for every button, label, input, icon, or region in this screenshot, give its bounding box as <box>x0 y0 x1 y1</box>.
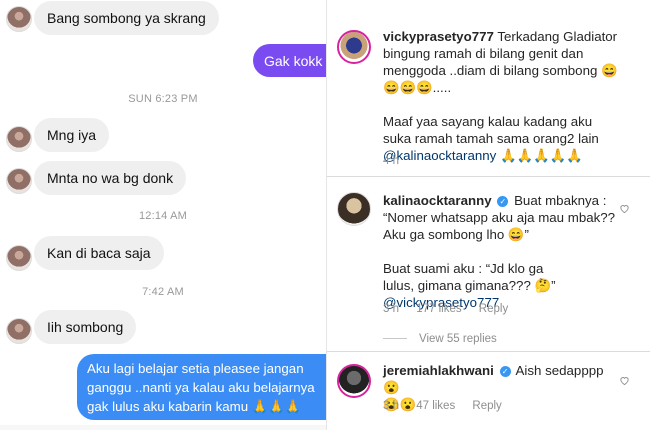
verified-badge-icon: ✓ <box>499 366 511 377</box>
outgoing-message-bubble: Gak kokk <box>253 44 327 77</box>
outgoing-message-line: Aku lagi belajar setia pleasee jangan <box>87 361 304 376</box>
incoming-message: Mnta no wa bg donk <box>34 161 187 195</box>
outgoing-message-bubble: Aku lagi belajar setia pleasee jangan ga… <box>77 354 326 420</box>
outgoing-message-line: gak lulus aku kabarin kamu 🙏🙏🙏 <box>87 399 302 414</box>
composer-edge <box>0 425 326 430</box>
comment-meta: 3 h 177 likes Reply <box>383 303 522 315</box>
timestamp: 7:42 AM <box>142 286 184 298</box>
commenter-avatar[interactable] <box>337 30 371 64</box>
comment-text: “Nomer whatsapp aku aja mau mbak?? <box>383 210 616 225</box>
commenter-avatar[interactable] <box>337 364 371 398</box>
sender-avatar[interactable] <box>6 318 32 344</box>
comment-text: menggoda ..diam di bilang sombong 😄 <box>383 63 618 78</box>
comment-body: vickyprasetyo777 Terkadang Gladiator bin… <box>383 28 648 164</box>
comment-time: 3 h <box>383 303 399 315</box>
section-separator <box>327 351 650 352</box>
verified-badge-icon: ✓ <box>497 196 509 207</box>
outgoing-message: Gak kokk <box>264 53 323 69</box>
comment-text: Terkadang Gladiator <box>497 29 618 44</box>
sender-avatar[interactable] <box>6 6 32 32</box>
incoming-message: Mng iya <box>34 118 110 152</box>
incoming-message: Bang sombong ya skrang <box>34 1 219 35</box>
incoming-message: Iih sombong <box>34 310 137 344</box>
replies-line <box>383 338 407 339</box>
comment-likes[interactable]: 47 likes <box>416 400 455 412</box>
comment-text: Buat suami aku : “Jd klo ga <box>383 261 544 276</box>
comments-panel: vickyprasetyo777 Terkadang Gladiator bin… <box>327 0 650 430</box>
comment-text: Aku ga sombong lho 😄” <box>383 227 529 242</box>
reply-button[interactable]: Reply <box>472 400 501 412</box>
sender-avatar[interactable] <box>6 168 32 194</box>
comment-username[interactable]: kalinaocktaranny <box>383 193 492 208</box>
comment-text: lulus, gimana gimana??? 🤔” <box>383 278 556 293</box>
comment-text: Maaf yaa sayang kalau kadang aku <box>383 114 593 129</box>
timestamp: 12:14 AM <box>138 210 188 222</box>
dm-panel: Bang sombong ya skrang Gak kokk SUN 6:23… <box>0 0 327 430</box>
incoming-message: Kan di baca saja <box>34 236 164 270</box>
comment-username[interactable]: jeremiahlakhwani <box>383 363 494 378</box>
view-replies-label: View 55 replies <box>419 333 497 345</box>
comment-text: suka ramah tamah sama orang2 lain <box>383 131 599 146</box>
outgoing-message-line: ganggu ..nanti ya kalau aku belajarnya <box>87 380 315 395</box>
comment-text: 🙏🙏🙏🙏🙏 <box>496 148 583 163</box>
commenter-avatar[interactable] <box>337 192 371 226</box>
comment-text: bingung ramah di bilang genit dan <box>383 46 584 61</box>
comment-body: kalinaocktaranny ✓ Buat mbaknya : “Nomer… <box>383 192 623 311</box>
section-separator <box>327 176 650 177</box>
reply-button[interactable]: Reply <box>479 303 508 315</box>
like-heart-icon[interactable] <box>619 203 630 214</box>
comment-likes[interactable]: 177 likes <box>416 303 461 315</box>
comment-text: 😄😄😄..... <box>383 80 452 95</box>
comment-meta: 3 h 47 likes Reply <box>383 400 516 412</box>
comment-time: 4 h <box>383 155 399 167</box>
view-replies-button[interactable]: View 55 replies <box>383 333 497 345</box>
comment-meta: 4 h <box>383 155 413 167</box>
comment-time: 3 h <box>383 400 399 412</box>
comment-text: Buat mbaknya : <box>514 193 607 208</box>
sender-avatar[interactable] <box>6 126 32 152</box>
like-heart-icon[interactable] <box>619 375 630 386</box>
sender-avatar[interactable] <box>6 245 32 271</box>
timestamp: SUN 6:23 PM <box>128 93 198 105</box>
comment-username[interactable]: vickyprasetyo777 <box>383 29 494 44</box>
